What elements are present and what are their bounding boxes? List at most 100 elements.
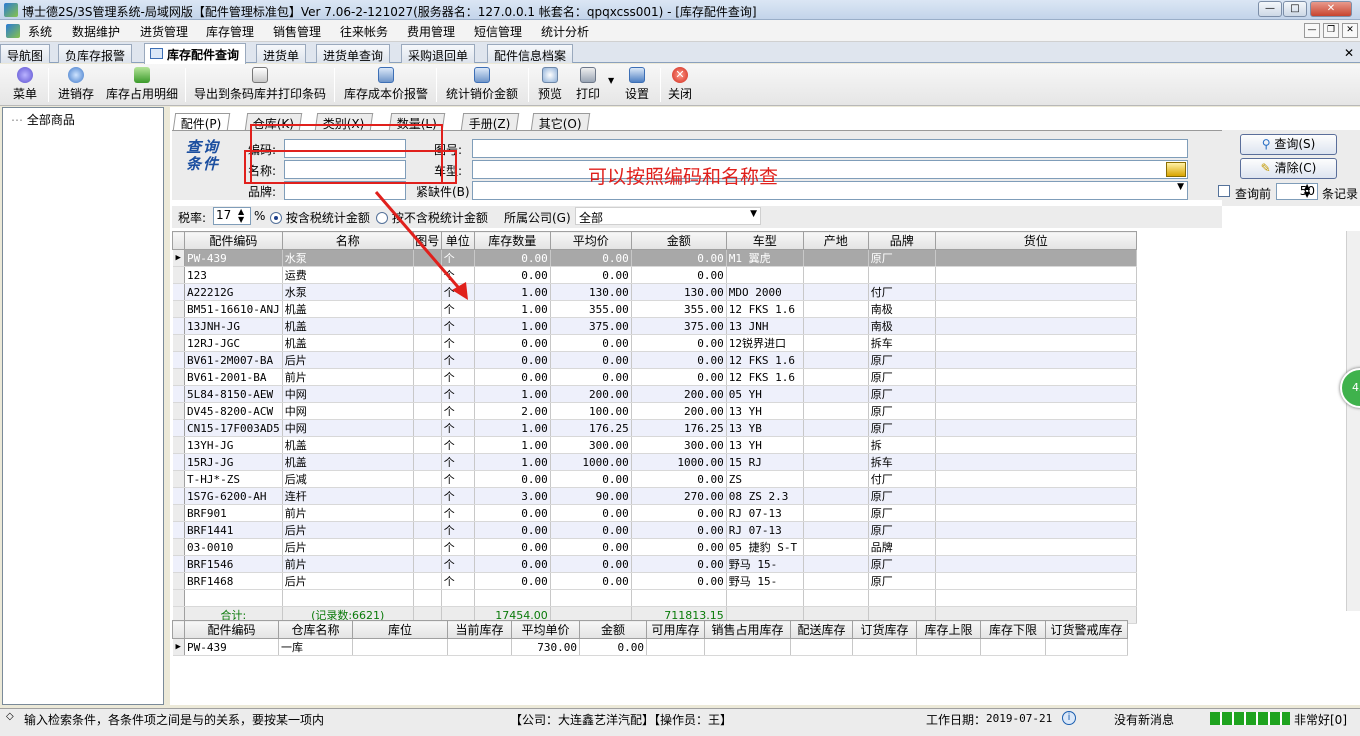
table-cell[interactable] — [413, 419, 442, 437]
grid-header-cell[interactable]: 库存数量 — [473, 231, 551, 250]
detail-header-cell[interactable]: 金额 — [579, 620, 647, 639]
table-cell[interactable]: RJ 07-13 — [726, 504, 804, 522]
detail-header-cell[interactable]: 库存上限 — [916, 620, 981, 639]
table-cell[interactable]: 90.00 — [550, 487, 632, 505]
grid-header-cell[interactable]: 平均价 — [549, 231, 632, 250]
table-cell[interactable]: 后片 — [282, 572, 414, 590]
table-cell[interactable]: 2.00 — [474, 402, 551, 420]
table-cell[interactable] — [803, 504, 869, 522]
table-cell[interactable]: BV61-2M007-BA — [184, 351, 283, 369]
table-cell[interactable]: 0.00 — [474, 470, 551, 488]
table-cell[interactable] — [413, 402, 442, 420]
table-row[interactable]: BRF1468 后片个 0.00 0.00 0.00 野马 15- 原厂 — [172, 572, 1137, 590]
table-cell[interactable]: 05 捷豹 S-T — [726, 538, 804, 556]
table-cell[interactable]: 0.00 — [550, 504, 632, 522]
table-cell[interactable] — [935, 487, 1137, 505]
table-cell[interactable] — [803, 283, 869, 301]
query-before-input[interactable]: 50 — [1276, 183, 1318, 200]
query-button[interactable]: ⚲ 查询(S) — [1240, 134, 1337, 155]
detail-cell[interactable] — [790, 638, 853, 656]
table-cell[interactable] — [413, 453, 442, 471]
query-before-checkbox[interactable] — [1218, 185, 1230, 197]
table-cell[interactable]: 原厂 — [868, 368, 936, 386]
grid-header-cell[interactable]: 配件编码 — [184, 231, 283, 250]
table-cell[interactable] — [803, 487, 869, 505]
table-cell[interactable]: 1000.00 — [550, 453, 632, 471]
table-cell[interactable]: BV61-2001-BA — [184, 368, 283, 386]
detail-header-cell[interactable]: 订货警戒库存 — [1045, 620, 1128, 639]
table-cell[interactable]: 原厂 — [868, 504, 936, 522]
table-cell[interactable]: 品牌 — [868, 538, 936, 556]
table-cell[interactable] — [803, 385, 869, 403]
table-cell[interactable]: 个 — [441, 402, 475, 420]
table-cell[interactable]: 机盖 — [282, 436, 414, 454]
table-cell[interactable]: 08 ZS 2.3 — [726, 487, 804, 505]
table-cell[interactable] — [803, 249, 869, 267]
mdi-close-button[interactable]: ✕ — [1342, 23, 1358, 38]
table-cell[interactable]: 0.00 — [631, 351, 727, 369]
table-cell[interactable]: 个 — [441, 317, 475, 335]
table-cell[interactable]: 05 YH — [726, 385, 804, 403]
grid-scrollbar[interactable] — [1346, 231, 1360, 611]
table-cell[interactable]: 原厂 — [868, 351, 936, 369]
table-cell[interactable]: ZS — [726, 470, 804, 488]
table-cell[interactable]: 13 JNH — [726, 317, 804, 335]
detail-header-cell[interactable]: 库位 — [352, 620, 448, 639]
table-cell[interactable]: 原厂 — [868, 419, 936, 437]
table-cell[interactable] — [803, 419, 869, 437]
table-cell[interactable]: 0.00 — [474, 504, 551, 522]
table-cell[interactable]: 拆 — [868, 436, 936, 454]
detail-header-cell[interactable]: 配件编码 — [184, 620, 279, 639]
table-cell[interactable]: 13JNH-JG — [184, 317, 283, 335]
vehicle-model-input[interactable] — [472, 160, 1188, 179]
table-cell[interactable]: 个 — [441, 504, 475, 522]
table-cell[interactable]: 原厂 — [868, 402, 936, 420]
close-window-button[interactable]: ✕ — [1310, 1, 1352, 17]
table-cell[interactable]: 前片 — [282, 368, 414, 386]
table-cell[interactable]: 个 — [441, 334, 475, 352]
table-cell[interactable] — [803, 334, 869, 352]
shortage-part-select[interactable]: ▼ — [472, 181, 1188, 200]
settings-button[interactable]: 设置 — [625, 67, 649, 102]
table-cell[interactable]: 拆车 — [868, 334, 936, 352]
menu-statistics[interactable]: 统计分析 — [541, 23, 589, 40]
detail-cell[interactable]: 0.00 — [579, 638, 647, 656]
detail-cell[interactable] — [980, 638, 1046, 656]
table-cell[interactable]: 12 FKS 1.6 — [726, 300, 804, 318]
table-cell[interactable]: DV45-8200-ACW — [184, 402, 283, 420]
table-cell[interactable] — [935, 453, 1137, 471]
table-cell[interactable]: 个 — [441, 470, 475, 488]
table-row[interactable]: 5L84-8150-AEW 中网个 1.00 200.00 200.00 05 YH 原厂 — [172, 385, 1137, 403]
table-row[interactable]: BRF901 前片个 0.00 0.00 0.00 RJ 07-13 原厂 — [172, 504, 1137, 522]
table-cell[interactable]: 03-0010 — [184, 538, 283, 556]
print-button[interactable]: 打印 — [576, 67, 600, 102]
table-cell[interactable]: 后片 — [282, 538, 414, 556]
tax-rate-input[interactable]: 17 — [213, 207, 251, 225]
table-cell[interactable] — [935, 385, 1137, 403]
table-cell[interactable] — [803, 368, 869, 386]
menu-sales[interactable]: 销售管理 — [273, 23, 321, 40]
table-cell[interactable] — [803, 555, 869, 573]
table-cell[interactable] — [935, 419, 1137, 437]
detail-row[interactable]: ▶ PW-439 一库 730.00 0.00 — [172, 638, 1128, 656]
table-cell[interactable]: 原厂 — [868, 521, 936, 539]
table-cell[interactable]: 176.25 — [550, 419, 632, 437]
table-cell[interactable]: 200.00 — [550, 385, 632, 403]
tab-navigation[interactable]: 导航图 — [0, 44, 51, 63]
table-cell[interactable]: 0.00 — [631, 572, 727, 590]
table-cell[interactable]: 0.00 — [474, 555, 551, 573]
detail-header-cell[interactable]: 订货库存 — [852, 620, 917, 639]
mdi-minimize-button[interactable]: — — [1304, 23, 1320, 38]
table-cell[interactable] — [935, 334, 1137, 352]
table-cell[interactable]: 前片 — [282, 504, 414, 522]
table-cell[interactable]: 0.00 — [550, 572, 632, 590]
table-cell[interactable] — [935, 572, 1137, 590]
table-cell[interactable]: 个 — [441, 419, 475, 437]
detail-cell[interactable]: 730.00 — [511, 638, 580, 656]
table-cell[interactable] — [935, 470, 1137, 488]
detail-cell[interactable] — [916, 638, 981, 656]
table-cell[interactable]: 375.00 — [550, 317, 632, 335]
detail-header-cell[interactable]: 平均单价 — [511, 620, 580, 639]
table-cell[interactable]: 200.00 — [631, 385, 727, 403]
table-cell[interactable]: 13 YH — [726, 436, 804, 454]
